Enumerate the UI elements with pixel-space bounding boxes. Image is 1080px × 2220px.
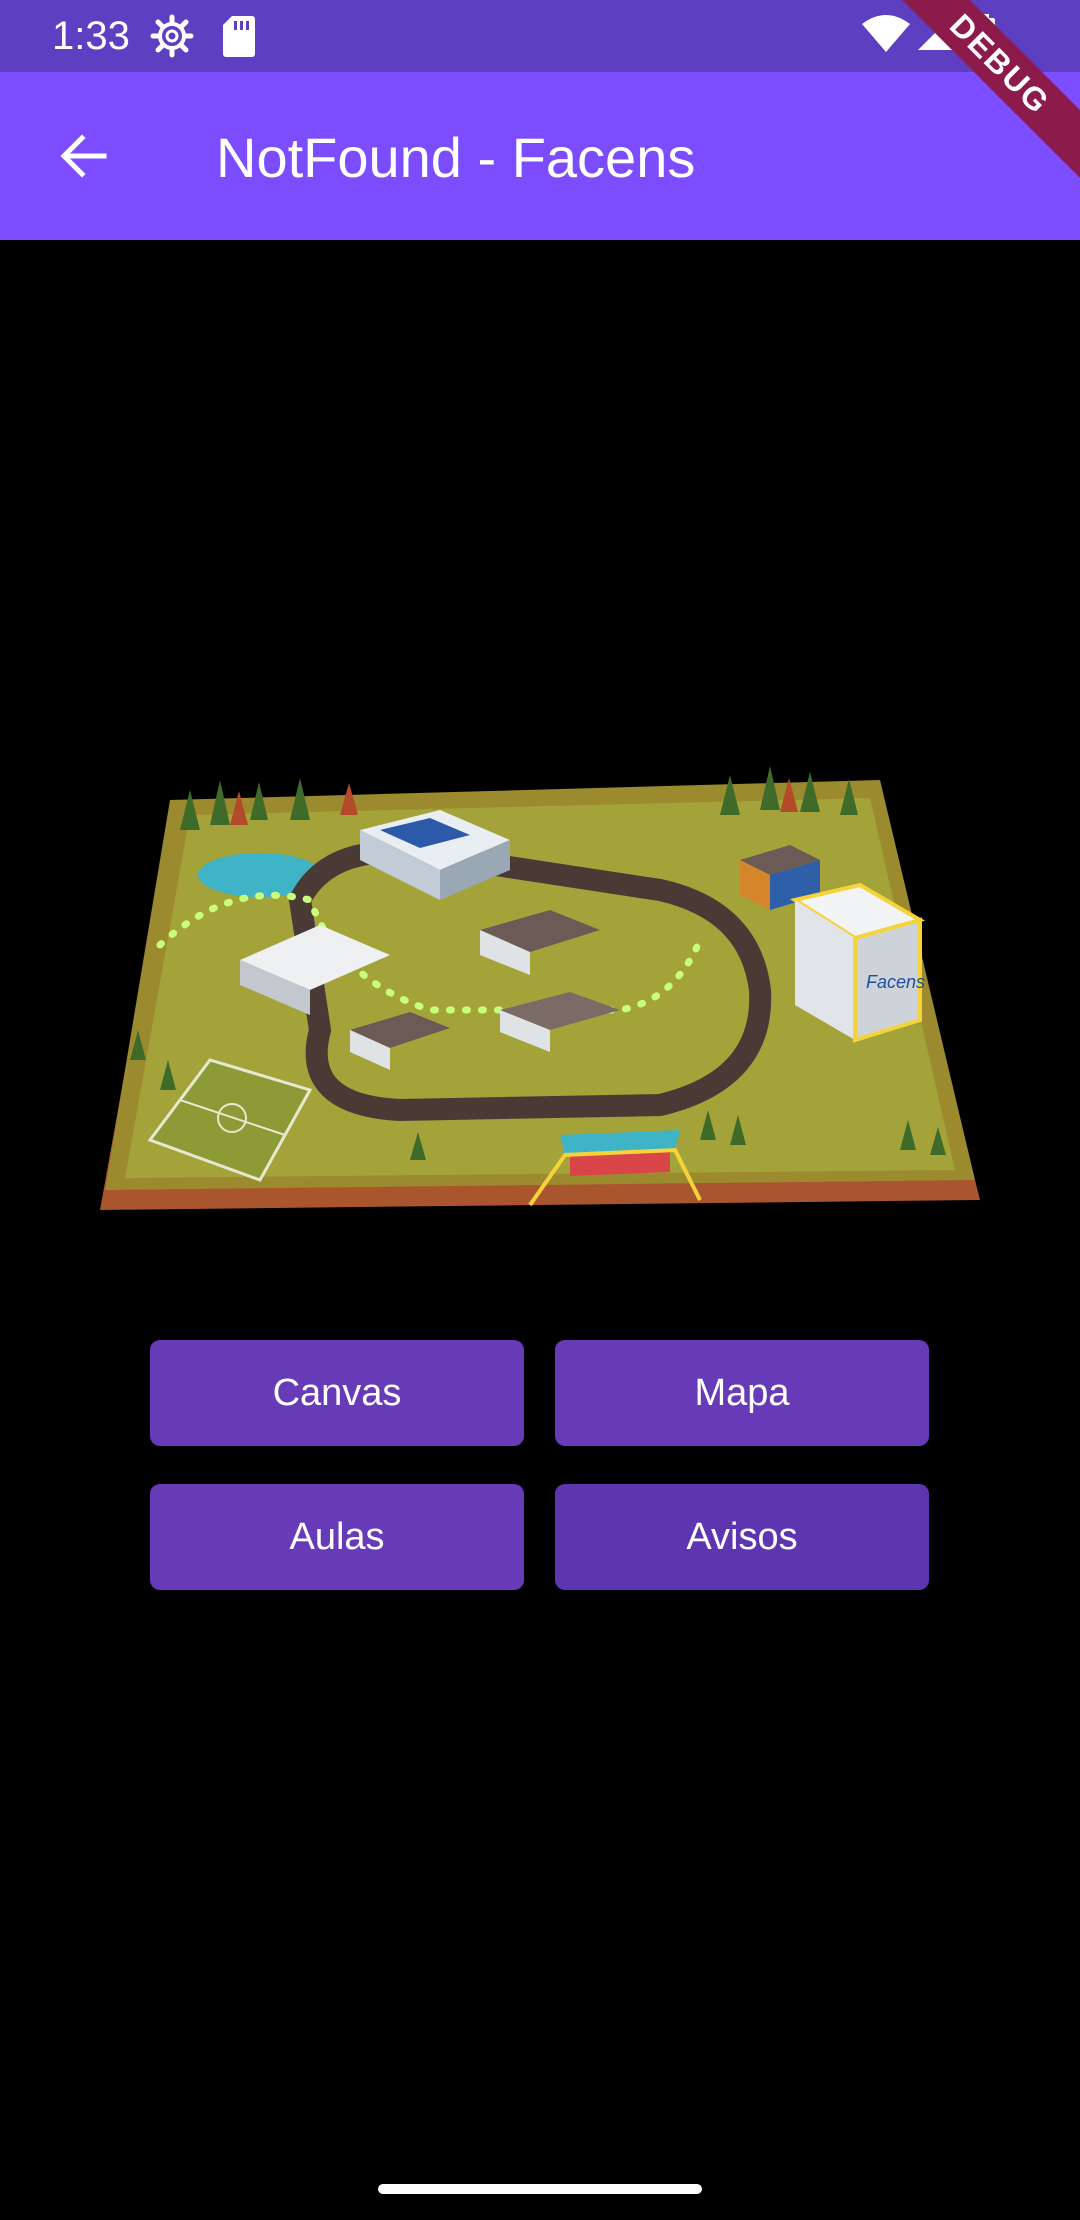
campus-map-image: Facens	[100, 766, 980, 1210]
avisos-button[interactable]: Avisos	[555, 1484, 929, 1590]
facens-logo-text: Facens	[866, 972, 925, 992]
wifi-icon	[862, 15, 910, 52]
status-time: 1:33	[52, 14, 130, 58]
canvas-button[interactable]: Canvas	[150, 1340, 524, 1446]
aulas-button[interactable]: Aulas	[150, 1484, 524, 1590]
app-title: NotFound - Facens	[216, 126, 696, 189]
mapa-button[interactable]: Mapa	[555, 1340, 929, 1446]
arrow-back-icon	[60, 134, 107, 178]
settings-icon	[150, 14, 194, 58]
back-button[interactable]	[40, 112, 128, 200]
home-indicator[interactable]	[378, 2184, 702, 2194]
app-bar: NotFound - Facens	[0, 72, 1080, 240]
sd-card-icon	[223, 16, 255, 57]
